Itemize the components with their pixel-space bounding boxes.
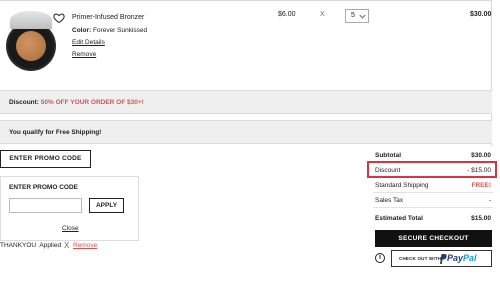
paypal-brand-pal: Pal (463, 253, 477, 263)
divider (373, 207, 493, 208)
product-color-label: Color: (72, 27, 92, 34)
heart-icon[interactable] (53, 12, 65, 24)
shipping-label: Standard Shipping (375, 182, 429, 189)
product-name: Primer-Infused Bronzer (72, 14, 145, 21)
edit-details-link[interactable]: Edit Details (72, 39, 105, 46)
paypal-checkout-button[interactable]: CHECK OUT WITH PayPal (391, 250, 492, 267)
apply-button[interactable]: APPLY (89, 198, 124, 213)
enter-promo-code-button[interactable]: ENTER PROMO CODE (0, 150, 91, 168)
paypal-brand-pay: Pay (447, 253, 464, 263)
close-promo-link[interactable]: Close (62, 225, 79, 232)
quantity-select[interactable]: 5 (345, 9, 369, 23)
paypal-logo: PayPal (447, 253, 477, 263)
shipping-value: FREE! (471, 182, 492, 189)
discount-label: Discount (375, 167, 401, 174)
quantity-value: 5 (351, 12, 355, 19)
applied-code-status: Applied (39, 242, 62, 249)
unit-price: $6.00 (278, 11, 296, 18)
promo-panel-title: ENTER PROMO CODE (9, 184, 78, 191)
discount-banner-offer: 50% OFF YOUR ORDER OF $30+! (40, 99, 144, 106)
paypal-prefix: CHECK OUT WITH (399, 256, 442, 261)
discount-value: - $15.00 (467, 167, 491, 174)
secure-checkout-button[interactable]: SECURE CHECKOUT (375, 230, 492, 247)
tax-label: Sales Tax (375, 197, 404, 204)
discount-banner-text: Discount: 50% OFF YOUR ORDER OF $30+! (9, 99, 144, 106)
divider (373, 192, 493, 193)
product-color: Color: Forever Sunkissed (72, 27, 147, 34)
remove-code-x-icon[interactable]: X (64, 241, 69, 250)
shipping-banner-text: You qualify for Free Shipping! (9, 129, 102, 136)
product-color-value: Forever Sunkissed (92, 27, 148, 34)
paypal-logo-icon (440, 254, 447, 264)
total-label: Estimated Total (375, 215, 423, 222)
remove-item-link[interactable]: Remove (72, 51, 96, 58)
tax-value: - (488, 197, 491, 204)
discount-banner-label: Discount: (9, 99, 39, 106)
applied-code-name: THANKYOU (0, 242, 37, 249)
product-image[interactable] (6, 11, 56, 71)
discount-banner: Discount: 50% OFF YOUR ORDER OF $30+! (0, 90, 492, 114)
promo-code-input[interactable] (9, 198, 82, 213)
subtotal-label: Subtotal (375, 152, 401, 159)
chevron-down-icon (359, 14, 366, 19)
remove-code-link[interactable]: Remove (73, 242, 97, 249)
shipping-banner: You qualify for Free Shipping! (0, 120, 492, 144)
subtotal-value: $30.00 (471, 152, 491, 159)
times-sign: X (320, 11, 325, 18)
line-total: $30.00 (470, 11, 492, 18)
total-value: $15.00 (471, 215, 491, 222)
divider (0, 0, 492, 1)
info-icon[interactable]: i (375, 253, 385, 263)
applied-code: THANKYOU Applied (0, 242, 61, 249)
